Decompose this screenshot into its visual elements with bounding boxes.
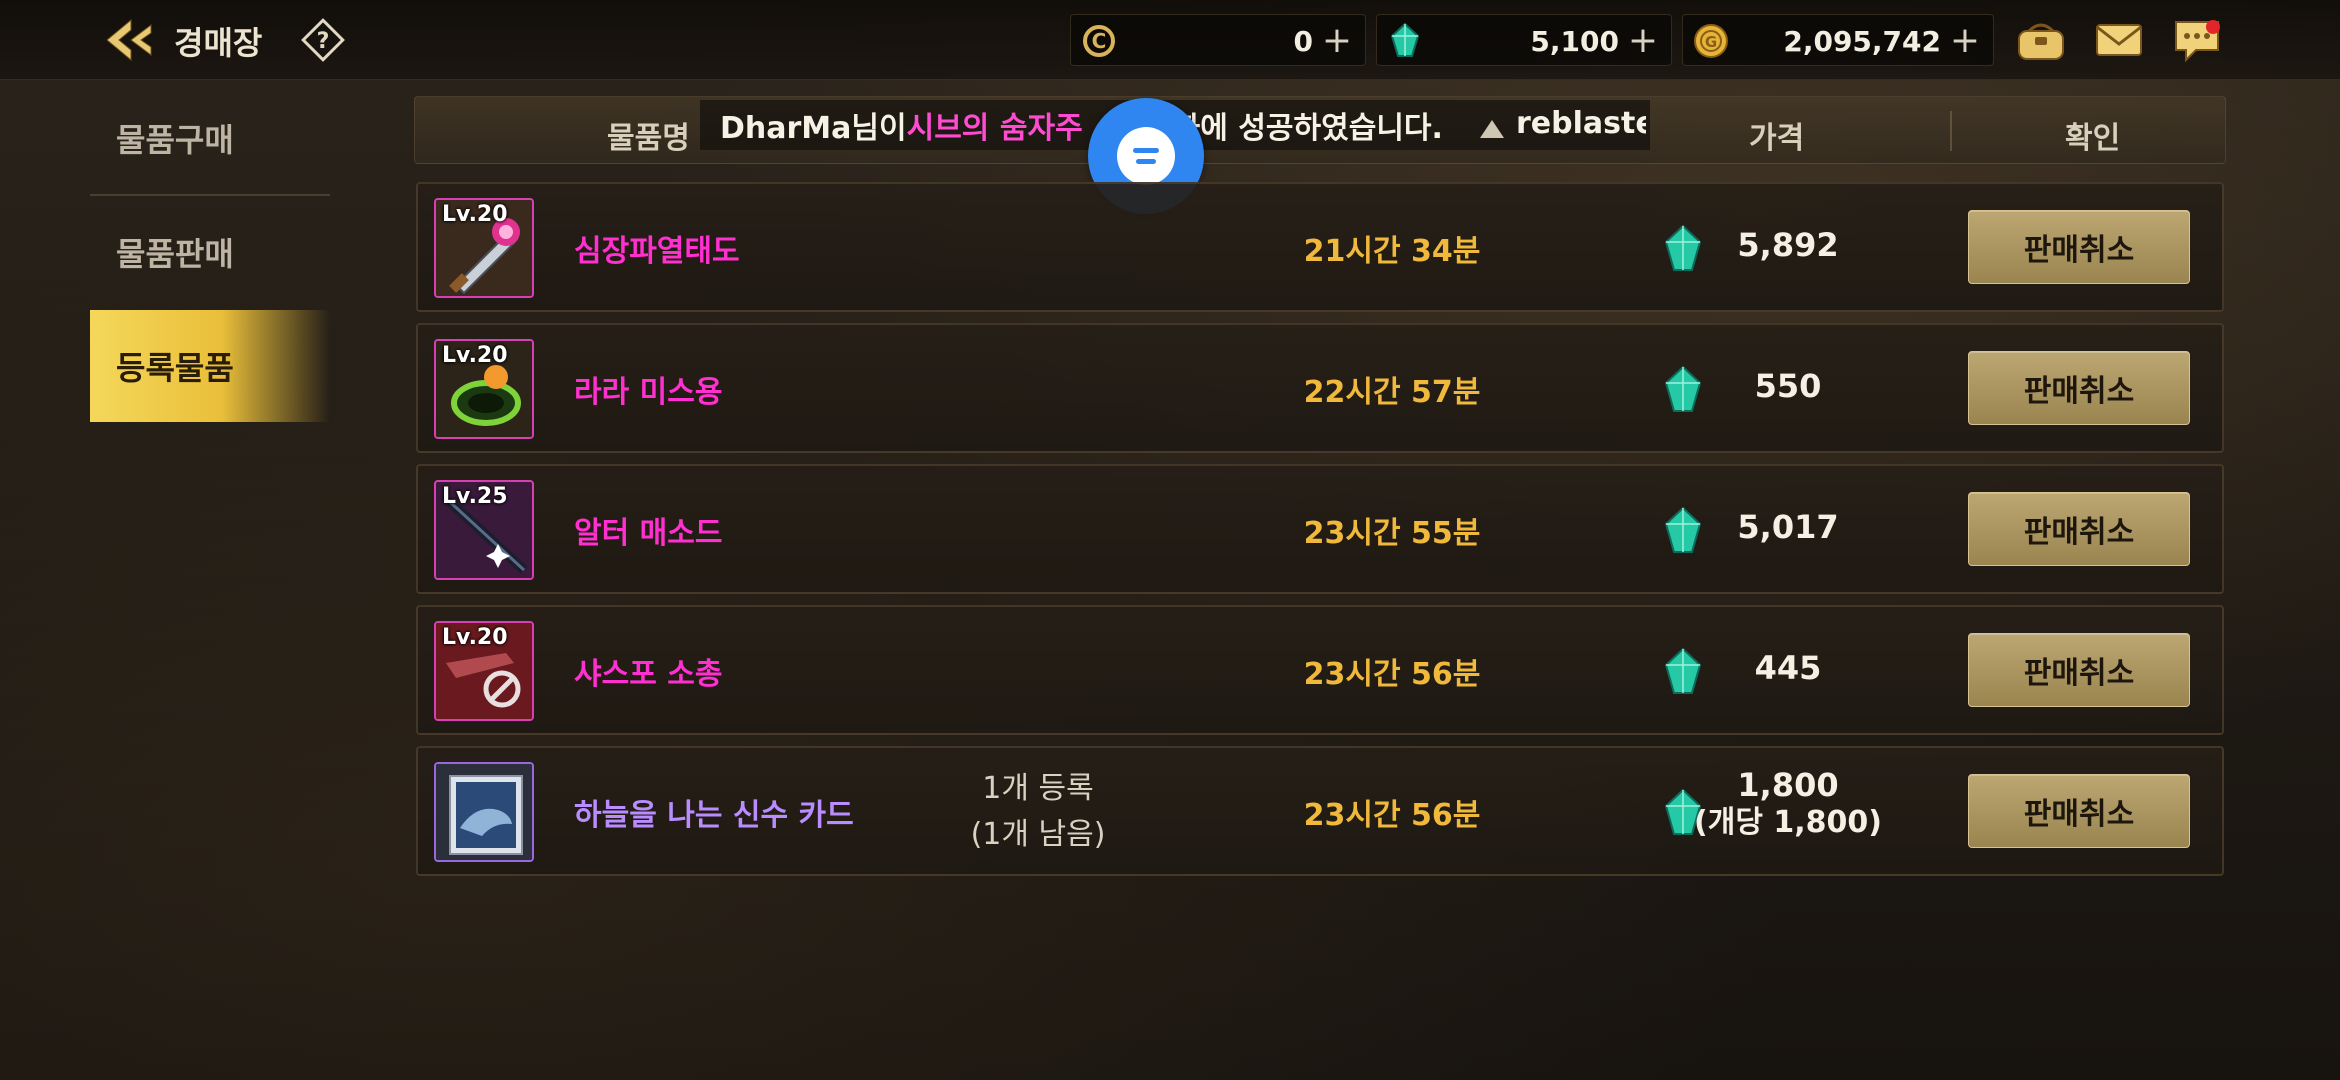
- cancel-sale-button[interactable]: 판매취소: [1968, 351, 2190, 425]
- remaining-time: 23시간 56분: [1303, 798, 1481, 833]
- mail-icon[interactable]: [2090, 14, 2148, 66]
- top-bar: 경매장 ? C 0 + 5,100 + G 2,095,742 +: [0, 0, 2340, 80]
- item-level: Lv.20: [442, 202, 508, 227]
- table-row[interactable]: Lv.20 샤스포 소총 23시간 56분 445 판매취소: [416, 605, 2224, 735]
- c-coin-value: 0: [1293, 25, 1313, 58]
- page-title: 경매장: [174, 24, 263, 62]
- notice-suffix: 화에 성공하였습니다.: [1172, 111, 1443, 146]
- remaining-time: 21시간 34분: [1303, 234, 1481, 269]
- cancel-sale-button[interactable]: 판매취소: [1968, 774, 2190, 848]
- cancel-sale-button[interactable]: 판매취소: [1968, 492, 2190, 566]
- item-name: 알터 매소드: [574, 516, 723, 551]
- item-name: 샤스포 소총: [574, 657, 723, 692]
- column-header-price[interactable]: 가격: [1749, 113, 1804, 157]
- column-header-name[interactable]: 물품명: [607, 113, 690, 157]
- item-level: Lv.20: [442, 343, 508, 368]
- sidebar-item-registered[interactable]: 등록물품: [90, 310, 330, 422]
- svg-text:?: ?: [317, 29, 330, 54]
- inventory-bag-icon[interactable]: [2012, 14, 2070, 66]
- chat-icon[interactable]: [2168, 14, 2226, 66]
- remaining-time: 23시간 55분: [1303, 516, 1481, 551]
- table-row[interactable]: Lv.20 라라 미스용 22시간 57분 550 판매취소: [416, 323, 2224, 453]
- item-price: 1,800 (개당 1,800): [1688, 766, 1888, 842]
- item-rifle-icon: Lv.20: [434, 621, 534, 721]
- currency-gem: 5,100 +: [1376, 14, 1672, 66]
- remaining-quantity: (1개 남음): [970, 817, 1106, 852]
- table-row[interactable]: Lv.20 심장파열태도 21시간 34분 5,892 판매취소: [416, 182, 2224, 312]
- column-header-confirm: 확인: [2065, 121, 2121, 156]
- total-price: 1,800: [1737, 766, 1839, 804]
- quantity-label: 1개 등록: [982, 771, 1094, 806]
- item-level: Lv.20: [442, 625, 508, 650]
- currency-c-coin: C 0 +: [1070, 14, 1366, 66]
- item-name: 심장파열태도: [574, 234, 740, 269]
- unit-price: (개당 1,800): [1694, 805, 1882, 840]
- notice-prefix: DharMa님이: [720, 111, 907, 146]
- gem-value: 5,100: [1530, 25, 1619, 58]
- cancel-sale-button[interactable]: 판매취소: [1968, 633, 2190, 707]
- help-icon[interactable]: ?: [300, 17, 346, 63]
- gold-value: 2,095,742: [1783, 25, 1941, 58]
- cancel-sale-button[interactable]: 판매취소: [1968, 210, 2190, 284]
- notice-middle: 주: [1055, 111, 1083, 146]
- item-staff-icon: Lv.25: [434, 480, 534, 580]
- item-name: 라라 미스용: [574, 375, 723, 410]
- remaining-time: 22시간 57분: [1303, 375, 1481, 410]
- header-divider: [1950, 111, 1952, 151]
- add-c-coin-button[interactable]: +: [1319, 21, 1355, 61]
- gold-coin-icon: G: [1691, 21, 1731, 61]
- remaining-time: 23시간 56분: [1303, 657, 1481, 692]
- sort-arrow-icon[interactable]: [1480, 120, 1504, 138]
- back-arrow-icon[interactable]: [100, 14, 156, 66]
- item-level: Lv.25: [442, 484, 508, 509]
- notice-highlight: 시브의 숨자: [906, 111, 1056, 146]
- item-card-icon: [434, 762, 534, 862]
- notification-dot: [2206, 20, 2220, 34]
- item-price: 5,017: [1737, 508, 1839, 546]
- c-coin-icon: C: [1079, 21, 1119, 61]
- item-price: 550: [1754, 367, 1822, 405]
- notice-tail: reblaster: [1516, 106, 1646, 141]
- svg-text:G: G: [1705, 33, 1717, 51]
- table-row[interactable]: 하늘을 나는 신수 카드 1개 등록 (1개 남음) 23시간 56분 1,80…: [416, 746, 2224, 876]
- svg-text:C: C: [1092, 29, 1107, 53]
- item-price: 5,892: [1737, 226, 1839, 264]
- add-gem-button[interactable]: +: [1625, 21, 1661, 61]
- item-name: 하늘을 나는 신수 카드: [574, 798, 854, 833]
- registered-quantity: 1개 등록 (1개 남음): [938, 766, 1138, 858]
- gem-icon: [1385, 21, 1425, 61]
- item-ring-icon: Lv.20: [434, 339, 534, 439]
- sidebar-item-buy[interactable]: 물품구매: [90, 82, 330, 194]
- table-row[interactable]: Lv.25 알터 매소드 23시간 55분 5,017 판매취소: [416, 464, 2224, 594]
- sidebar-item-sell[interactable]: 물품판매: [90, 196, 330, 308]
- add-gold-button[interactable]: +: [1947, 21, 1983, 61]
- item-price: 445: [1754, 649, 1822, 687]
- currency-gold: G 2,095,742 +: [1682, 14, 1994, 66]
- item-sword-icon: Lv.20: [434, 198, 534, 298]
